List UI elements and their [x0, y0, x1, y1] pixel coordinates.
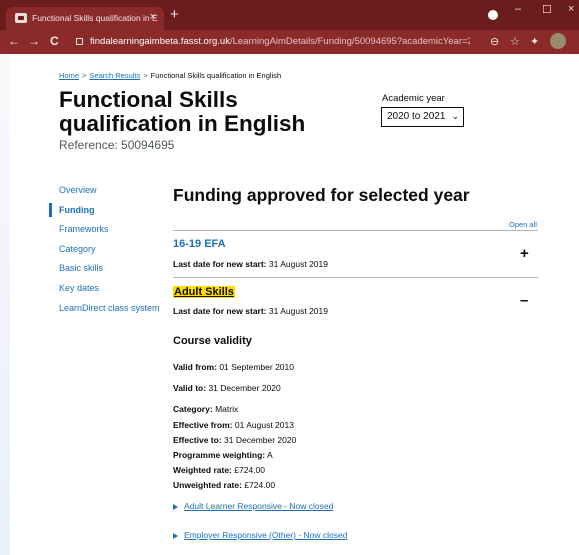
sidenav-item-learndirect[interactable]: LearnDirect class system — [49, 303, 169, 323]
sidenav-item-basic-skills[interactable]: Basic skills — [49, 263, 169, 283]
category: Category: Matrix — [173, 404, 238, 414]
valid-from-value: 01 September 2010 — [219, 362, 294, 372]
new-tab-button[interactable]: + — [170, 6, 179, 23]
unweighted-rate-value: £724.00 — [244, 480, 276, 490]
details-employer-responsive[interactable]: Employer Responsive (Other) - Now closed — [173, 530, 347, 540]
funding-heading: Funding approved for selected year — [173, 185, 470, 205]
efa-last-date: Last date for new start: 31 August 2019 — [173, 259, 328, 269]
sidenav-item-frameworks[interactable]: Frameworks — [49, 224, 169, 244]
details-summary[interactable]: Employer Responsive (Other) - Now closed — [184, 530, 347, 540]
browser-tab-bar: Functional Skills qualification in E × +… — [0, 0, 579, 30]
breadcrumb-current: Functional Skills qualification in Engli… — [150, 71, 282, 80]
academic-year-value: 2020 to 2021 — [387, 111, 446, 122]
breadcrumb-home-link[interactable]: Home — [59, 71, 79, 80]
category-label: Category: — [173, 404, 213, 414]
programme-weighting-label: Programme weighting: — [173, 450, 266, 460]
category-value: Matrix — [215, 404, 239, 414]
accordion-efa-heading[interactable]: 16-19 EFA — [173, 238, 226, 250]
zoom-icon[interactable]: ⊖ — [490, 35, 499, 48]
effective-from: Effective from: 01 August 2013 — [173, 420, 294, 430]
page-left-band — [0, 54, 10, 555]
efa-last-date-value: 31 August 2019 — [268, 259, 328, 269]
breadcrumb: Home > Search Results > Functional Skills qu… — [59, 71, 281, 80]
academic-year-label: Academic year — [382, 93, 445, 104]
lock-icon — [76, 38, 83, 45]
valid-to: Valid to: 31 December 2020 — [173, 383, 281, 393]
accordion-adult-collapse-icon[interactable]: – — [520, 292, 528, 309]
window-close-button[interactable]: × — [568, 3, 574, 15]
accordion-adult-skills-heading[interactable]: Adult Skills — [173, 286, 235, 298]
accordion-divider — [173, 277, 538, 278]
window-minimize-button[interactable]: – — [515, 3, 521, 15]
details-summary[interactable]: Adult Learner Responsive - Now closed — [184, 501, 333, 511]
weighted-rate: Weighted rate: £724.00 — [173, 465, 265, 475]
programme-weighting-value: A — [267, 450, 273, 460]
triangle-right-icon — [173, 503, 178, 510]
sidenav-item-overview[interactable]: Overview — [49, 185, 169, 205]
valid-from-label: Valid from: — [173, 362, 217, 372]
reload-button[interactable]: C — [50, 34, 59, 48]
adult-last-date-value: 31 August 2019 — [268, 306, 328, 316]
details-adult-learner-responsive[interactable]: Adult Learner Responsive - Now closed — [173, 501, 333, 511]
tab-title: Functional Skills qualification in E — [32, 13, 158, 23]
address-bar[interactable]: findalearningaimbeta.fasst.org.uk/Learni… — [70, 33, 470, 51]
weighted-rate-value: £724.00 — [234, 465, 265, 475]
efa-last-date-label: Last date for new start: — [173, 259, 267, 269]
extension-dot-icon[interactable] — [488, 10, 498, 20]
effective-to-label: Effective to: — [173, 435, 222, 445]
sidenav-item-key-dates[interactable]: Key dates — [49, 283, 169, 303]
adult-last-date: Last date for new start: 31 August 2019 — [173, 306, 328, 316]
academic-year-select[interactable]: 2020 to 2021 ⌄ — [381, 107, 464, 127]
back-button[interactable]: ← — [8, 34, 20, 48]
site-favicon-icon — [15, 13, 27, 23]
browser-toolbar: ← → C findalearningaimbeta.fasst.org.uk/… — [0, 30, 579, 54]
course-validity-heading: Course validity — [173, 335, 252, 347]
page-title: Functional Skills qualification in Engli… — [59, 88, 349, 136]
tab-close-icon[interactable]: × — [150, 11, 156, 23]
breadcrumb-separator: > — [143, 71, 148, 80]
sidenav-item-funding[interactable]: Funding — [49, 202, 169, 225]
sidenav-item-category[interactable]: Category — [49, 244, 169, 264]
unweighted-rate-label: Unweighted rate: — [173, 480, 242, 490]
adult-last-date-label: Last date for new start: — [173, 306, 267, 316]
browser-tab[interactable]: Functional Skills qualification in E × — [6, 7, 164, 30]
open-all-link[interactable]: Open all — [509, 220, 537, 229]
accordion-divider — [173, 230, 538, 231]
chevron-down-icon: ⌄ — [451, 111, 459, 121]
valid-to-value: 31 December 2020 — [208, 383, 281, 393]
side-navigation: Overview Funding Frameworks Category Bas… — [49, 185, 169, 322]
page-title-line-1: Functional Skills — [59, 87, 238, 112]
reference-number: Reference: 50094695 — [59, 138, 175, 152]
breadcrumb-search-results-link[interactable]: Search Results — [89, 71, 140, 80]
window-maximize-button[interactable]: ☐ — [542, 3, 552, 16]
valid-to-label: Valid to: — [173, 383, 207, 393]
programme-weighting: Programme weighting: A — [173, 450, 273, 460]
triangle-right-icon — [173, 532, 178, 539]
effective-to: Effective to: 31 December 2020 — [173, 435, 296, 445]
unweighted-rate: Unweighted rate: £724.00 — [173, 480, 275, 490]
url-path: /LearningAimDetails/Funding/50094695?aca… — [229, 36, 470, 47]
extensions-icon[interactable]: ✦ — [530, 35, 539, 48]
effective-to-value: 31 December 2020 — [224, 435, 297, 445]
accordion-efa-expand-icon[interactable]: + — [520, 245, 529, 262]
url-host: findalearningaimbeta.fasst.org.uk — [90, 36, 230, 47]
profile-avatar[interactable] — [550, 33, 566, 49]
effective-from-label: Effective from: — [173, 420, 233, 430]
bookmark-star-icon[interactable]: ☆ — [510, 35, 520, 48]
effective-from-value: 01 August 2013 — [234, 420, 294, 430]
forward-button[interactable]: → — [28, 34, 40, 48]
valid-from: Valid from: 01 September 2010 — [173, 362, 294, 372]
page-title-line-2: qualification in English — [59, 111, 306, 136]
breadcrumb-separator: > — [82, 71, 87, 80]
weighted-rate-label: Weighted rate: — [173, 465, 232, 475]
